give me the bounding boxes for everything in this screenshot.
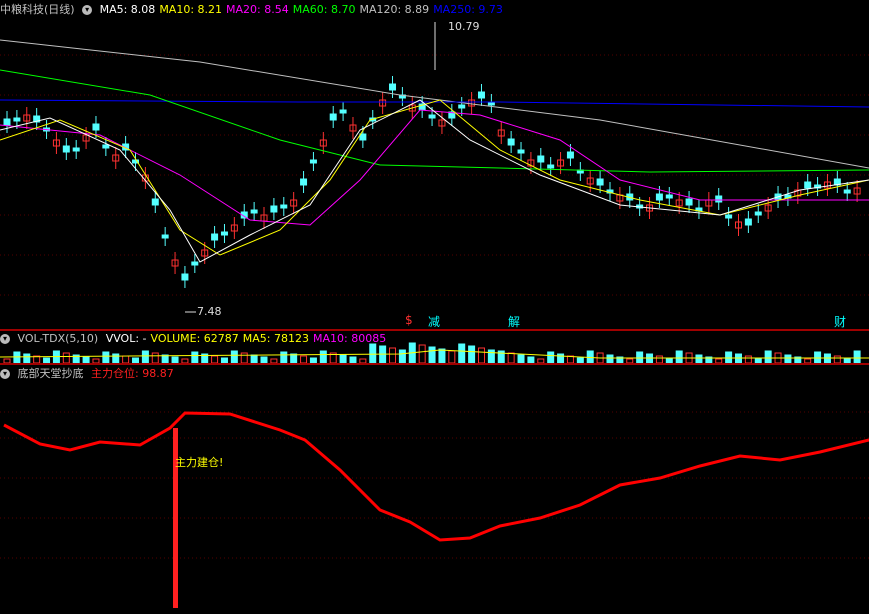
- signal-label: 主力建仓!: [175, 456, 224, 469]
- indicator-chart[interactable]: [0, 0, 869, 614]
- position-line: [3, 411, 869, 542]
